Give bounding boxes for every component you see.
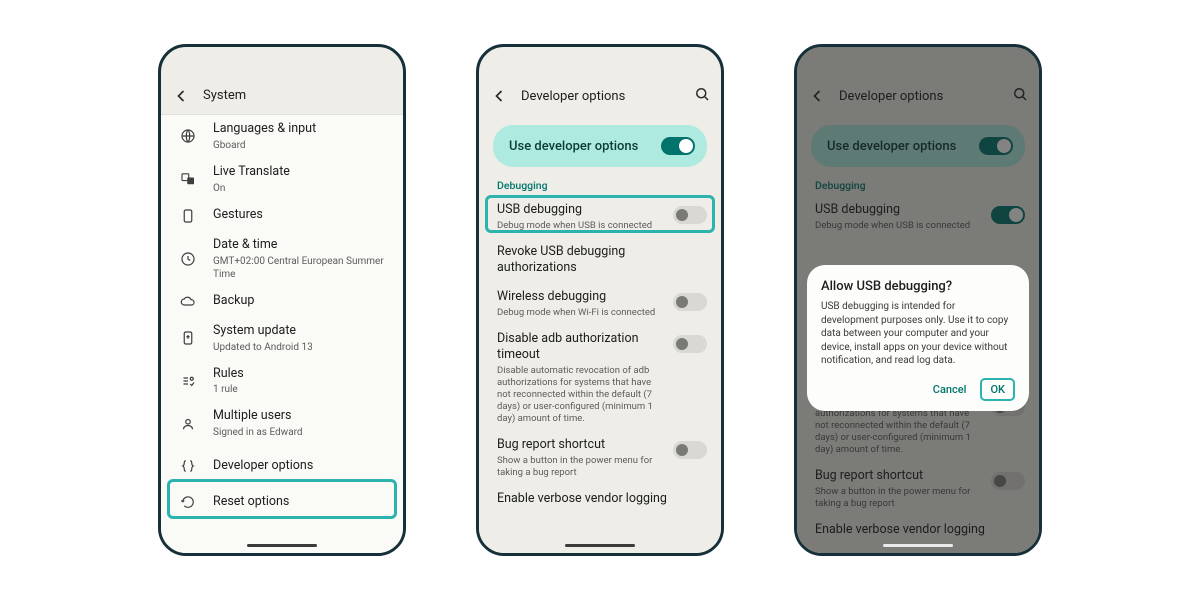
toggle-bug-report-shortcut[interactable] <box>673 441 707 459</box>
dialog-cancel-button[interactable]: Cancel <box>929 379 971 400</box>
reset-icon <box>179 493 197 511</box>
settings-list[interactable]: Languages & inputGboard Live TranslateOn… <box>161 115 403 553</box>
setting-title: Disable adb authorization timeout <box>497 331 663 364</box>
nav-handle[interactable] <box>565 544 635 547</box>
page-title: System <box>203 88 393 103</box>
dialog-actions: Cancel OK <box>821 378 1015 401</box>
row-backup[interactable]: Backup <box>161 287 403 317</box>
gesture-icon <box>179 207 197 225</box>
status-bar <box>479 47 721 77</box>
row-label: Live Translate <box>213 164 389 181</box>
row-verbose-vendor-logging[interactable]: Enable verbose vendor logging <box>479 485 721 513</box>
setting-desc: Debug mode when USB is connected <box>497 220 663 232</box>
update-icon <box>179 329 197 347</box>
setting-title: Bug report shortcut <box>497 437 663 453</box>
row-date-time[interactable]: Date & timeGMT+02:00 Central European Su… <box>161 231 403 287</box>
rules-icon <box>179 372 197 390</box>
pill-label: Use developer options <box>509 139 638 154</box>
toggle-wireless-debugging[interactable] <box>673 293 707 311</box>
back-arrow-icon[interactable] <box>171 86 191 106</box>
toggle-usb-debugging[interactable] <box>673 206 707 224</box>
page-title: Developer options <box>521 89 693 104</box>
title-bar: System <box>161 77 403 115</box>
row-sub: Signed in as Edward <box>213 426 389 439</box>
setting-title: Revoke USB debugging authorizations <box>497 244 707 277</box>
nav-handle[interactable] <box>247 544 317 547</box>
row-label: Reset options <box>213 494 389 511</box>
translate-icon <box>179 170 197 188</box>
row-system-update[interactable]: System updateUpdated to Android 13 <box>161 317 403 360</box>
use-dev-options-toggle-row[interactable]: Use developer options <box>493 125 707 167</box>
dialog-title: Allow USB debugging? <box>821 279 1015 294</box>
phone-system-settings: System Languages & inputGboard Live Tran… <box>158 44 406 556</box>
toggle-disable-adb-timeout[interactable] <box>673 335 707 353</box>
row-usb-debugging[interactable]: USB debugging Debug mode when USB is con… <box>479 196 721 238</box>
row-languages-input[interactable]: Languages & inputGboard <box>161 115 403 158</box>
row-sub: 1 rule <box>213 383 389 396</box>
row-live-translate[interactable]: Live TranslateOn <box>161 158 403 201</box>
status-bar <box>161 47 403 77</box>
back-arrow-icon[interactable] <box>489 86 509 106</box>
toggle-use-dev-options[interactable] <box>661 137 695 155</box>
users-icon <box>179 415 197 433</box>
phone-usb-debugging-dialog: Developer options Use developer options … <box>794 44 1042 556</box>
row-revoke-usb[interactable]: Revoke USB debugging authorizations <box>479 238 721 283</box>
row-label: Gestures <box>213 207 389 224</box>
globe-icon <box>179 127 197 145</box>
row-reset-options[interactable]: Reset options <box>161 487 403 517</box>
search-icon[interactable] <box>693 85 711 107</box>
setting-desc: Disable automatic revocation of adb auth… <box>497 365 663 424</box>
setting-title: USB debugging <box>497 202 663 218</box>
dev-options-content[interactable]: Use developer options Debugging USB debu… <box>479 115 721 553</box>
setting-title: Wireless debugging <box>497 289 663 305</box>
setting-desc: Show a button in the power menu for taki… <box>497 455 663 479</box>
dialog-allow-usb-debugging: Allow USB debugging? USB debugging is in… <box>807 265 1029 411</box>
section-debugging: Debugging <box>479 173 721 196</box>
clock-icon <box>179 250 197 268</box>
row-gestures[interactable]: Gestures <box>161 201 403 231</box>
nav-handle[interactable] <box>883 544 953 547</box>
row-label: System update <box>213 323 389 340</box>
row-disable-adb-timeout[interactable]: Disable adb authorization timeout Disabl… <box>479 325 721 431</box>
row-wireless-debugging[interactable]: Wireless debugging Debug mode when Wi-Fi… <box>479 283 721 325</box>
row-sub: Updated to Android 13 <box>213 341 389 354</box>
row-label: Rules <box>213 366 389 383</box>
row-sub: GMT+02:00 Central European Summer Time <box>213 255 389 281</box>
row-label: Developer options <box>213 458 389 475</box>
setting-title: Enable verbose vendor logging <box>497 491 707 507</box>
row-label: Backup <box>213 293 389 310</box>
dialog-ok-button[interactable]: OK <box>980 378 1015 401</box>
row-multiple-users[interactable]: Multiple usersSigned in as Edward <box>161 402 403 445</box>
row-label: Multiple users <box>213 408 389 425</box>
row-label: Date & time <box>213 237 389 254</box>
dialog-body: USB debugging is intended for developmen… <box>821 300 1015 368</box>
row-label: Languages & input <box>213 121 389 138</box>
row-sub: Gboard <box>213 139 389 152</box>
row-sub: On <box>213 182 389 195</box>
braces-icon <box>179 457 197 475</box>
row-developer-options[interactable]: Developer options <box>161 445 403 487</box>
row-rules[interactable]: Rules1 rule <box>161 360 403 403</box>
row-bug-report-shortcut[interactable]: Bug report shortcut Show a button in the… <box>479 431 721 485</box>
title-bar: Developer options <box>479 77 721 115</box>
setting-desc: Debug mode when Wi-Fi is connected <box>497 307 663 319</box>
phone-developer-options: Developer options Use developer options … <box>476 44 724 556</box>
cloud-icon <box>179 293 197 311</box>
